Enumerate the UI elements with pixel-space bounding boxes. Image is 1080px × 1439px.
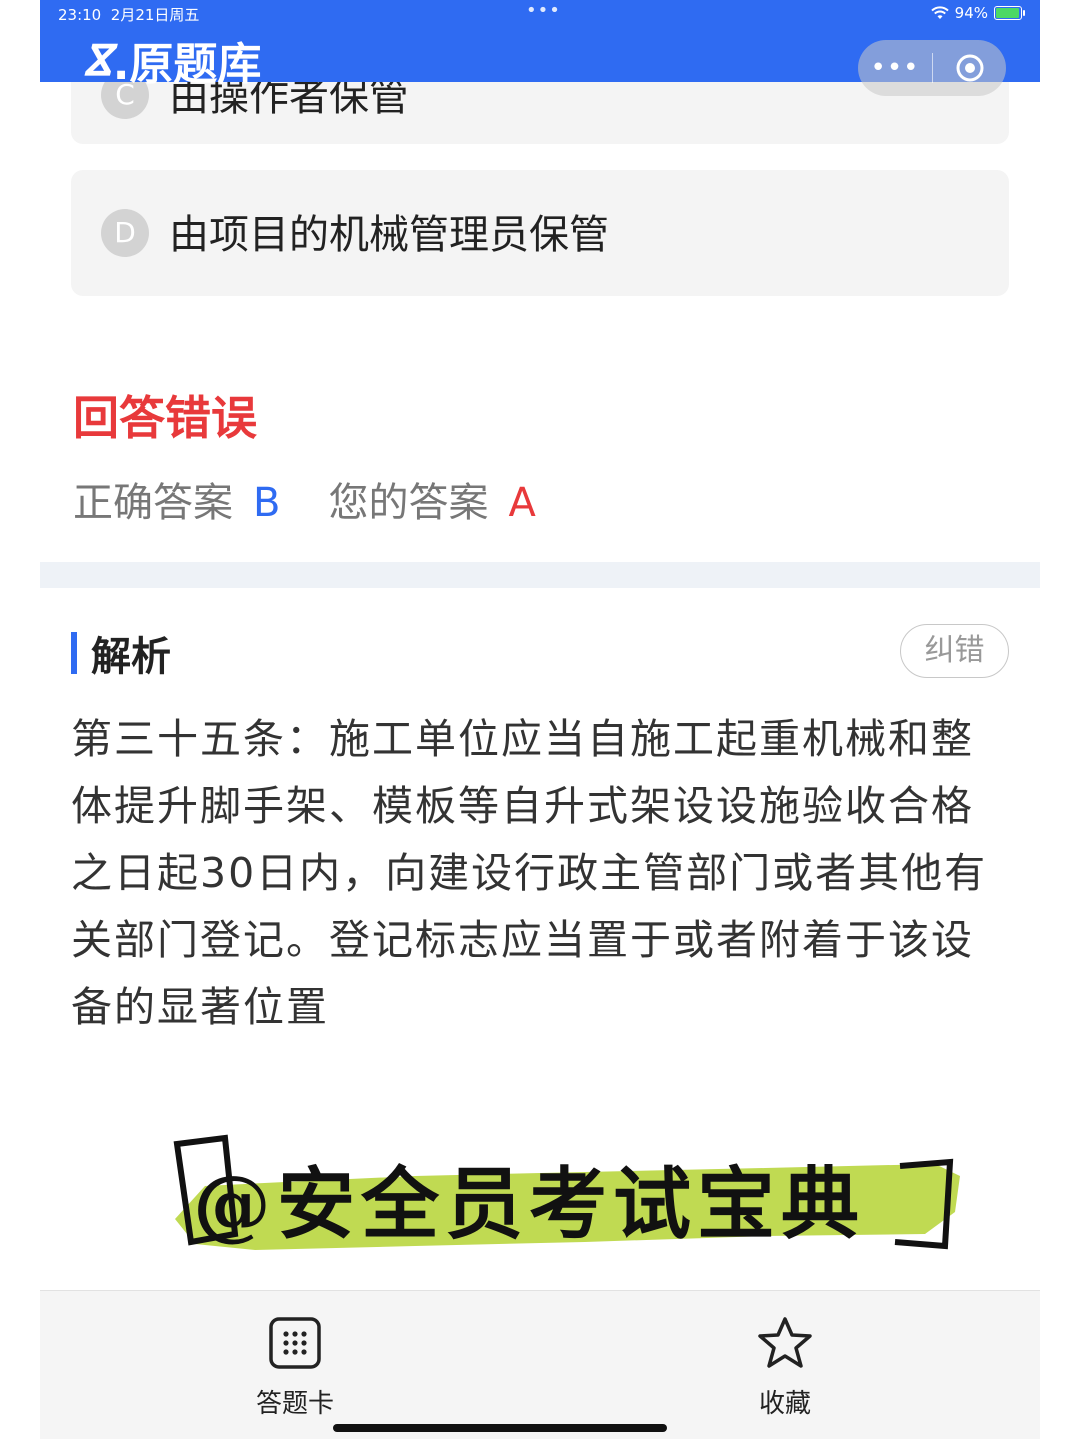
answer-summary: 正确答案 B 您的答案 A	[73, 470, 536, 528]
answer-card-grid-icon	[269, 1317, 321, 1369]
app-frame: C 由操作者保管 D 由项目的机械管理员保管 23:10 2月21日周五 •••…	[40, 0, 1040, 1439]
analysis-header: 解析	[71, 624, 171, 682]
your-answer-value: A	[508, 480, 536, 526]
target-close-icon	[956, 54, 983, 82]
accent-bar	[71, 632, 77, 674]
status-indicators: 94%	[930, 4, 1025, 22]
correct-answer-value: B	[253, 480, 281, 526]
answer-card-tab[interactable]: 答题卡	[235, 1315, 355, 1420]
your-answer-label: 您的答案	[328, 480, 489, 526]
option-d[interactable]: D 由项目的机械管理员保管	[71, 170, 1009, 296]
multitask-dots[interactable]: •••	[526, 0, 561, 21]
option-letter: D	[101, 209, 149, 257]
star-outline-icon	[758, 1317, 812, 1368]
home-indicator	[333, 1424, 667, 1432]
logo-mark-icon: ⴵ	[84, 35, 111, 85]
analysis-text: 第三十五条：施工单位应当自施工起重机械和整体提升脚手架、模板等自升式架设设施验收…	[71, 715, 988, 1031]
favorite-label: 收藏	[758, 1389, 811, 1419]
app-logo: ⴵ .原题库	[84, 28, 261, 92]
mini-program-capsule: •••	[858, 40, 1006, 96]
battery-icon	[994, 6, 1025, 20]
answer-card-label: 答题卡	[255, 1389, 334, 1419]
watermark: @安全员考试宝典	[165, 1124, 965, 1264]
favorite-tab[interactable]: 收藏	[725, 1315, 845, 1420]
close-capsule-button[interactable]	[933, 52, 1006, 84]
report-error-button[interactable]: 纠错	[900, 624, 1009, 678]
watermark-text: @安全员考试宝典	[193, 1159, 866, 1250]
bottom-nav: 答题卡 收藏	[40, 1290, 1040, 1439]
option-text: 由项目的机械管理员保管	[169, 212, 609, 258]
correct-answer-label: 正确答案	[73, 480, 233, 526]
status-time: 23:10 2月21日周五	[58, 6, 200, 24]
app-name: .原题库	[112, 39, 262, 90]
analysis-title: 解析	[91, 634, 171, 680]
more-icon[interactable]: •••	[858, 53, 932, 83]
battery-percent: 94%	[954, 4, 988, 22]
wifi-icon	[930, 6, 949, 19]
result-title: 回答错误	[73, 391, 257, 445]
section-divider	[40, 562, 1040, 588]
